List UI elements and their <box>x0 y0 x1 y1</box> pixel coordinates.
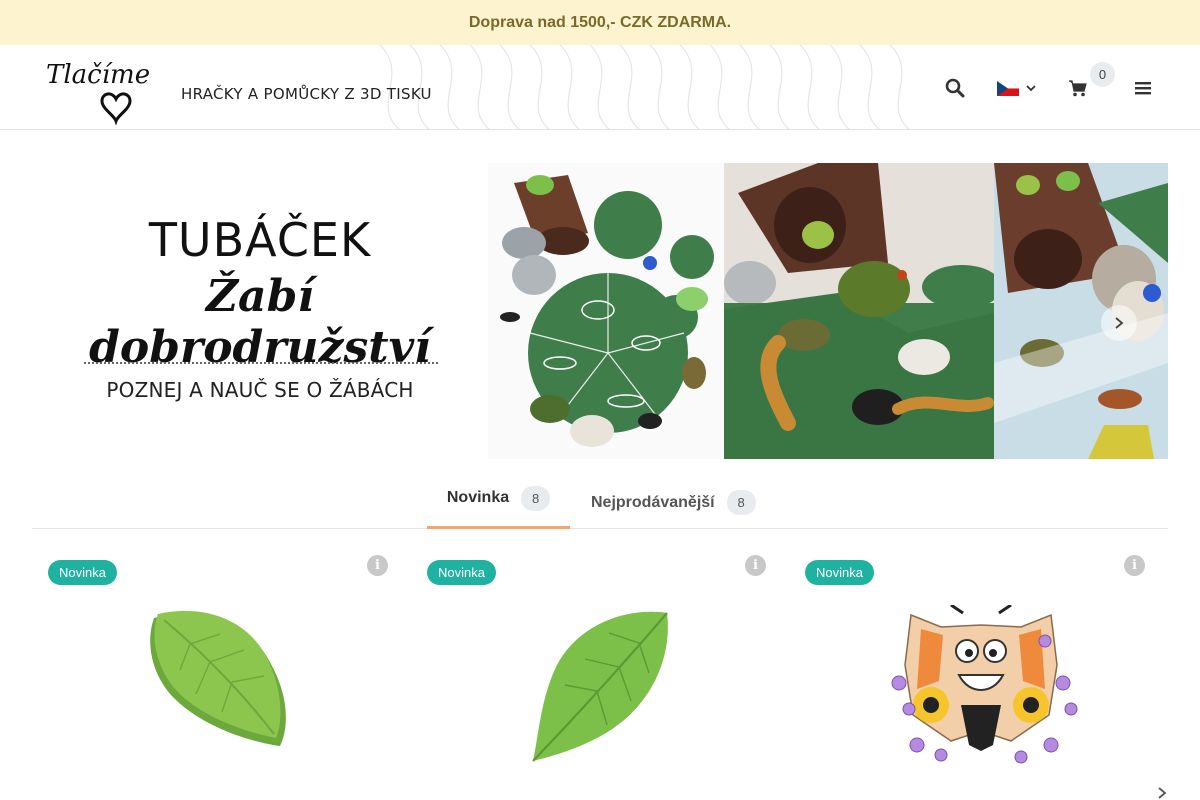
product-image-leaf-dish[interactable] <box>140 600 300 750</box>
tab-label: Nejprodávanější <box>591 493 715 511</box>
search-button[interactable] <box>942 75 968 101</box>
product-card[interactable]: Novinka i <box>32 545 404 800</box>
hero-caption: POZNEJ A NAUČ SE O ŽÁBÁCH <box>106 378 414 402</box>
chevron-down-icon <box>1026 85 1036 92</box>
info-icon[interactable]: i <box>367 555 388 576</box>
hero-banner[interactable]: TUBÁČEK Žabí dobrodružství POZNEJ A NAUČ… <box>32 163 1168 459</box>
tab-novinka[interactable]: Novinka 8 <box>427 470 570 529</box>
hero-divider <box>84 362 438 364</box>
tab-nejprodavanejsi[interactable]: Nejprodávanější 8 <box>591 470 761 529</box>
cart-count-badge: 0 <box>1090 62 1115 87</box>
hero-product-photos <box>488 163 1168 459</box>
product-card[interactable]: Novinka i <box>789 545 1161 800</box>
product-card[interactable]: Novinka i <box>411 545 783 800</box>
menu-button[interactable] <box>1131 75 1155 101</box>
info-icon[interactable]: i <box>745 555 766 576</box>
search-icon <box>945 78 965 98</box>
slider-next-icon[interactable] <box>1155 786 1169 800</box>
site-logo[interactable]: Tlačíme s <box>44 53 154 125</box>
czech-flag-icon <box>997 80 1019 96</box>
tab-count-badge: 8 <box>521 485 551 511</box>
hamburger-icon <box>1135 82 1151 95</box>
new-badge: Novinka <box>805 560 874 585</box>
new-badge: Novinka <box>48 560 117 585</box>
promo-bar: Doprava nad 1500,- CZK ZDARMA. <box>0 0 1200 45</box>
new-badge: Novinka <box>427 560 496 585</box>
product-tabs: Novinka 8 Nejprodávanější 8 <box>32 470 1168 529</box>
language-selector[interactable] <box>994 77 1040 99</box>
cart-icon <box>1069 80 1087 97</box>
logo-text: Tlačíme s <box>46 60 154 90</box>
hero-title: TUBÁČEK <box>148 213 372 267</box>
site-header: Tlačíme s HRAČKY A POMŮCKY Z 3D TISKU <box>0 45 1200 130</box>
chevron-right-icon <box>1115 317 1124 329</box>
hero-subtitle: Žabí dobrodružství <box>89 271 431 373</box>
header-decoration <box>379 45 910 129</box>
carousel-next-button[interactable] <box>1101 305 1137 341</box>
product-grid: Novinka i Novinka i Novinka i <box>32 545 1168 800</box>
tab-count-badge: 8 <box>726 490 756 515</box>
tab-label: Novinka <box>446 489 510 506</box>
info-icon[interactable]: i <box>1124 555 1145 576</box>
product-image-leaf-plate[interactable] <box>519 593 687 768</box>
tagline: HRAČKY A POMŮCKY Z 3D TISKU <box>181 85 432 103</box>
promo-text: Doprava nad 1500,- CZK ZDARMA. <box>468 13 732 31</box>
product-image-butterfly-puzzle[interactable] <box>881 605 1081 765</box>
cart-button[interactable] <box>1064 75 1092 101</box>
